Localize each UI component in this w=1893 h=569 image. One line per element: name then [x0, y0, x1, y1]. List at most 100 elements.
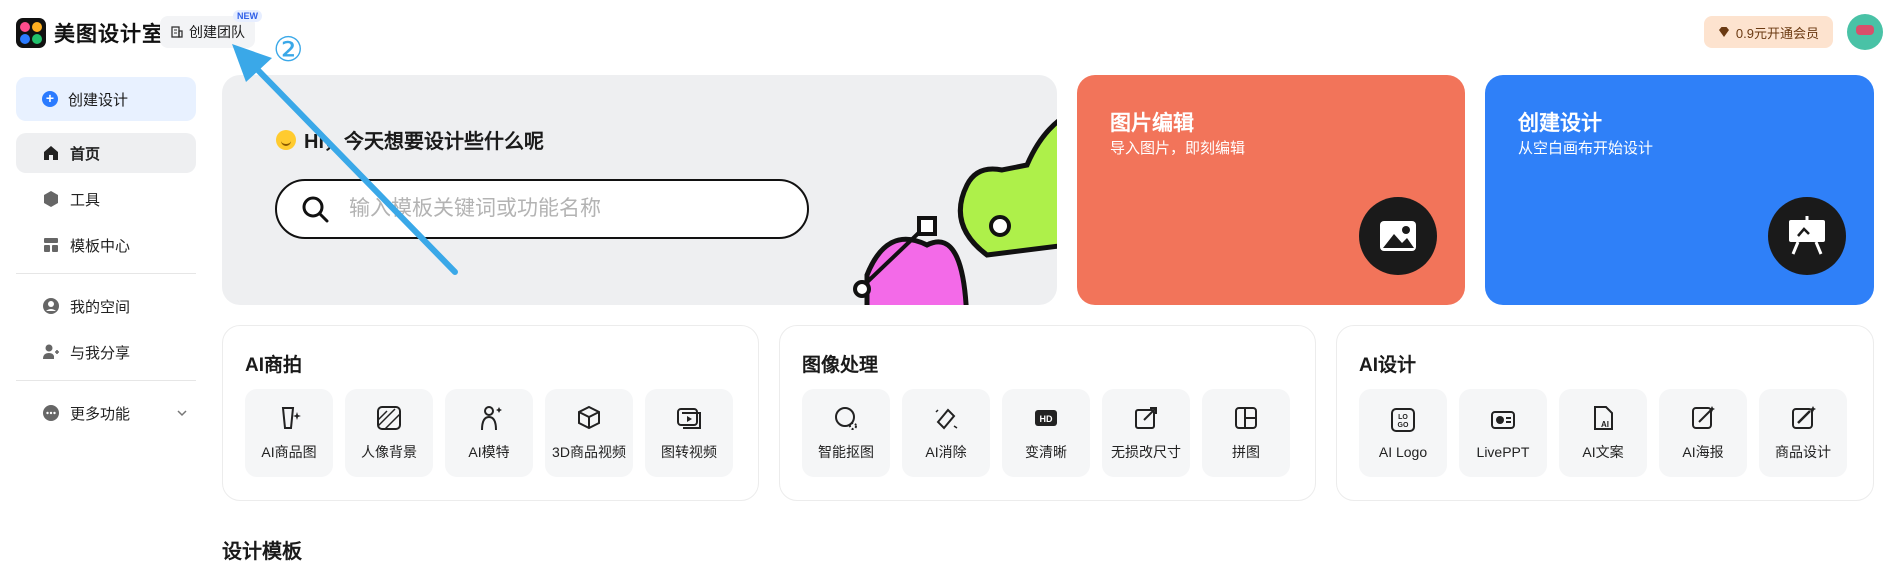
model-figure-icon	[481, 406, 502, 431]
team-icon	[171, 25, 183, 38]
sidebar-item-label: 我的空间	[70, 298, 131, 316]
vip-label: 0.9元开通会员	[1735, 25, 1819, 41]
tool-label: 3D商品视频	[552, 444, 626, 460]
cup-sparkle-icon	[281, 407, 301, 429]
tool-label: 变清晰	[1025, 444, 1067, 460]
portrait-background-icon	[377, 406, 401, 430]
tool-product-design[interactable]: 商品设计	[1759, 389, 1847, 477]
cutout-icon	[835, 407, 857, 430]
feature-title: 图片编辑	[1110, 112, 1194, 135]
user-icon	[43, 298, 59, 314]
sidebar-item-home[interactable]: 首页	[16, 133, 196, 173]
tool-ai-poster[interactable]: AI海报	[1659, 389, 1747, 477]
svg-text:HD: HD	[1040, 414, 1053, 424]
tool-label: 商品设计	[1775, 444, 1831, 460]
logo-icon	[16, 18, 46, 48]
sidebar-item-my-space[interactable]: 我的空间	[16, 286, 196, 326]
tool-ai-eraser[interactable]: AI消除	[902, 389, 990, 477]
image-icon	[1359, 197, 1437, 275]
sidebar-item-label: 与我分享	[70, 344, 131, 362]
search-icon	[302, 196, 329, 223]
tool-lossless-resize[interactable]: 无损改尺寸	[1102, 389, 1190, 477]
svg-text:AI: AI	[1601, 420, 1609, 429]
sidebar-item-label: 工具	[70, 191, 101, 209]
hd-icon: HD	[1035, 410, 1057, 426]
chevron-down-icon	[177, 410, 187, 417]
image-video-icon	[677, 408, 701, 429]
sidebar-item-label: 更多功能	[70, 405, 131, 423]
canvas-icon	[1768, 197, 1846, 275]
tool-portrait-background[interactable]: 人像背景	[345, 389, 433, 477]
tool-label: AI文案	[1582, 444, 1624, 460]
sidebar-create-design-button[interactable]: + 创建设计	[16, 77, 196, 121]
tool-smart-cutout[interactable]: 智能抠图	[802, 389, 890, 477]
new-badge: NEW	[233, 10, 262, 22]
cube-3d-icon	[578, 405, 600, 430]
sidebar-item-tools[interactable]: 工具	[16, 179, 196, 219]
hero-banner: Hi，今天想要设计些什么呢	[222, 75, 1057, 305]
ai-product-shoot-group: AI商拍 AI商品图 人像背景 AI模特 3D商品视频 图转视频	[222, 325, 759, 501]
create-team-label: 创建团队	[189, 24, 245, 40]
tool-collage[interactable]: 拼图	[1202, 389, 1290, 477]
tool-ai-copywriting[interactable]: AI AI文案	[1559, 389, 1647, 477]
tool-label: 拼图	[1232, 444, 1260, 460]
sidebar-divider	[16, 380, 196, 381]
hero-greeting: Hi，今天想要设计些什么呢	[276, 125, 544, 154]
svg-text:LO: LO	[1398, 414, 1408, 421]
tool-3d-product-video[interactable]: 3D商品视频	[545, 389, 633, 477]
smile-emoji-icon	[276, 129, 296, 150]
feature-subtitle: 从空白画布开始设计	[1518, 140, 1654, 157]
ai-design-group: AI设计 LO GO AI Logo LivePPT AI AI文案 AI海报 商…	[1336, 325, 1874, 501]
brand-name: 美图设计室	[54, 23, 164, 46]
feature-subtitle: 导入图片，即刻编辑	[1110, 140, 1246, 157]
resize-icon	[1135, 407, 1157, 429]
tool-label: AI商品图	[261, 444, 317, 460]
sidebar-item-shared[interactable]: 与我分享	[16, 332, 196, 372]
share-user-icon	[43, 344, 59, 359]
group-title: AI设计	[1359, 355, 1417, 376]
annotation-number: ②	[273, 31, 304, 69]
logo-grid-icon: LOGO	[1391, 408, 1415, 432]
vip-button[interactable]: 0.9元开通会员	[1703, 16, 1833, 48]
plus-icon: +	[42, 91, 58, 107]
image-edit-card[interactable]: 图片编辑 导入图片，即刻编辑	[1077, 75, 1465, 305]
collage-icon	[1235, 407, 1257, 429]
tool-liveppt[interactable]: LivePPT	[1459, 389, 1547, 477]
tool-label: AI Logo	[1378, 444, 1428, 460]
feature-title: 创建设计	[1518, 112, 1602, 135]
sidebar-item-more[interactable]: 更多功能	[16, 393, 196, 433]
image-processing-group: 图像处理 智能抠图 AI消除 HD 变清晰 无损改尺寸 拼图	[779, 325, 1316, 501]
diamond-icon	[1718, 27, 1729, 37]
sidebar-item-templates[interactable]: 模板中心	[16, 225, 196, 265]
brand-logo[interactable]: 美图设计室	[16, 18, 164, 48]
presentation-icon	[1491, 411, 1515, 429]
greeting-text: Hi，今天想要设计些什么呢	[304, 131, 544, 153]
eraser-icon	[935, 408, 958, 430]
sidebar: + 创建设计 首页 工具 模板中心 我的空间 与我分享 更多功能	[16, 77, 196, 439]
tool-label: AI消除	[925, 444, 967, 460]
tool-label: 人像背景	[361, 444, 417, 460]
more-icon	[43, 405, 59, 421]
hero-illustration	[853, 118, 1057, 305]
ai-document-icon: AI	[1594, 406, 1613, 430]
tool-image-to-video[interactable]: 图转视频	[645, 389, 733, 477]
poster-pen-icon	[1692, 406, 1715, 429]
create-design-label: 创建设计	[68, 91, 129, 109]
tool-label: 无损改尺寸	[1111, 444, 1181, 460]
tool-ai-model[interactable]: AI模特	[445, 389, 533, 477]
home-icon	[44, 146, 58, 160]
design-wand-icon	[1792, 406, 1816, 429]
tool-label: AI模特	[468, 444, 510, 460]
tool-label: AI海报	[1682, 444, 1724, 460]
search-box[interactable]	[275, 179, 809, 239]
create-design-card[interactable]: 创建设计 从空白画布开始设计	[1485, 75, 1874, 305]
template-icon	[44, 238, 58, 252]
box-icon	[44, 191, 58, 207]
search-input[interactable]	[349, 197, 749, 221]
avatar[interactable]	[1847, 14, 1883, 50]
tool-ai-product-image[interactable]: AI商品图	[245, 389, 333, 477]
tool-ai-logo[interactable]: LO GO AI Logo	[1359, 389, 1447, 477]
sidebar-item-label: 模板中心	[70, 237, 131, 255]
tool-enhance-clarity[interactable]: HD 变清晰	[1002, 389, 1090, 477]
tool-label: 图转视频	[661, 444, 717, 460]
